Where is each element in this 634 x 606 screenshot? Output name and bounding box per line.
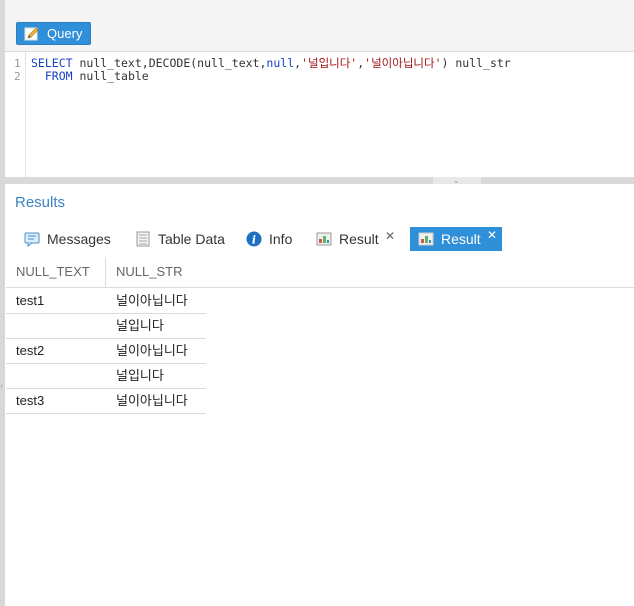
string-literal: '널이아닙니다' bbox=[364, 56, 442, 70]
cell-null-str[interactable]: 널이아닙니다 bbox=[116, 338, 188, 363]
line-number: 2 bbox=[14, 70, 21, 83]
line-number: 1 bbox=[14, 57, 21, 70]
top-toolbar bbox=[5, 0, 634, 51]
keyword: SELECT bbox=[31, 56, 73, 70]
svg-text:i: i bbox=[252, 234, 256, 247]
column-header-null-text[interactable]: NULL_TEXT bbox=[16, 257, 90, 287]
tab-table-data[interactable]: Table Data bbox=[135, 227, 235, 251]
info-icon: i bbox=[246, 231, 262, 247]
code-text: ) null_str bbox=[441, 56, 511, 70]
sql-editor[interactable]: 1 2 SELECT null_text,DECODE(null_text,nu… bbox=[5, 51, 634, 178]
table-row[interactable]: test2 널이아닙니다 bbox=[6, 338, 206, 364]
tab-messages[interactable]: Messages bbox=[24, 227, 124, 251]
keyword: FROM bbox=[44, 69, 73, 83]
tab-result-1[interactable]: Result ✕ bbox=[316, 227, 401, 251]
results-title: Results bbox=[15, 194, 66, 211]
panel-splitter[interactable]: ⌄ bbox=[5, 176, 634, 185]
grid-header: NULL_TEXT NULL_STR bbox=[6, 257, 634, 288]
cell-null-str[interactable]: 널이아닙니다 bbox=[116, 288, 188, 313]
tab-info[interactable]: i Info bbox=[246, 227, 306, 251]
tab-label: Result bbox=[441, 231, 481, 247]
table-data-icon bbox=[135, 231, 151, 247]
close-icon[interactable]: ✕ bbox=[385, 229, 395, 243]
table-row[interactable]: test3 널이아닙니다 bbox=[6, 388, 206, 414]
tab-label: Messages bbox=[47, 231, 111, 247]
table-row[interactable]: 널입니다 bbox=[6, 363, 206, 389]
cell-null-str[interactable]: 널입니다 bbox=[116, 363, 164, 388]
keyword: null bbox=[266, 56, 295, 70]
cell-null-text[interactable]: test3 bbox=[16, 388, 44, 413]
tab-label: Result bbox=[339, 231, 379, 247]
table-row[interactable]: 널입니다 bbox=[6, 313, 206, 339]
cell-null-str[interactable]: 널이아닙니다 bbox=[116, 388, 188, 413]
table-row[interactable]: test1 널이아닙니다 bbox=[6, 288, 206, 314]
result-icon bbox=[316, 231, 332, 247]
cell-null-text[interactable]: test1 bbox=[16, 288, 44, 313]
chevron-down-icon: ⌄ bbox=[453, 176, 460, 185]
messages-icon bbox=[24, 231, 40, 247]
code-line-2: FROM null_table bbox=[31, 70, 149, 83]
code-text: null_table bbox=[72, 69, 149, 83]
tab-label: Info bbox=[269, 231, 293, 247]
query-button[interactable]: Query bbox=[16, 22, 91, 45]
tab-result-2-active[interactable]: Result ✕ bbox=[410, 227, 502, 251]
editor-gutter: 1 2 bbox=[5, 52, 26, 178]
close-icon[interactable]: ✕ bbox=[487, 228, 497, 242]
splitter-grip[interactable]: ⌄ bbox=[433, 176, 481, 185]
column-header-null-str[interactable]: NULL_STR bbox=[116, 257, 182, 287]
string-literal: '널입니다' bbox=[301, 56, 358, 70]
side-collapse-arrow-icon[interactable]: ‹ bbox=[0, 382, 4, 392]
edit-query-icon bbox=[24, 26, 40, 42]
result-icon bbox=[418, 231, 434, 247]
tab-label: Table Data bbox=[158, 231, 225, 247]
query-button-label: Query bbox=[47, 26, 83, 41]
column-divider[interactable] bbox=[105, 257, 106, 287]
cell-null-str[interactable]: 널입니다 bbox=[116, 313, 164, 338]
code-text: null_text,DECODE(null_text, bbox=[72, 56, 267, 70]
cell-null-text[interactable]: test2 bbox=[16, 338, 44, 363]
